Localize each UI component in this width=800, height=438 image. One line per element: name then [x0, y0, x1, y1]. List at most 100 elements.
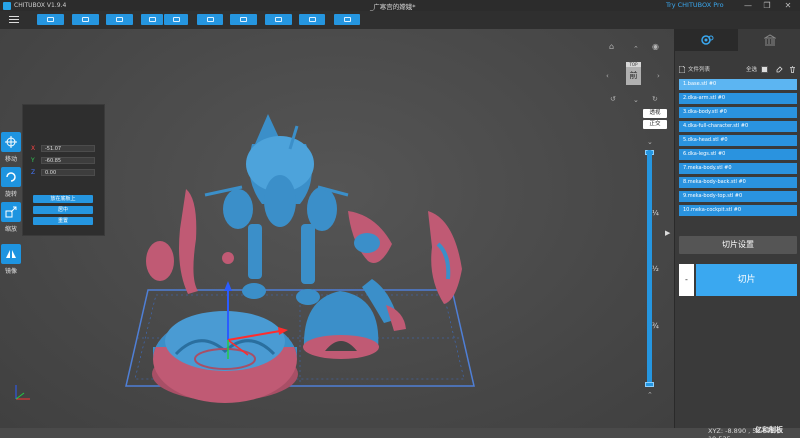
import-icon	[148, 17, 156, 22]
y-input[interactable]	[41, 157, 95, 164]
slice-button[interactable]: 切片	[696, 264, 797, 296]
orthographic-button[interactable]: 正交	[643, 120, 667, 129]
select-all-checkbox[interactable]	[761, 65, 768, 73]
file-item[interactable]: 5.dka-head.stl #0	[679, 135, 797, 146]
file-item[interactable]: 10.meka-cockpit.stl #0	[679, 205, 797, 216]
file-list: 1.base.stl #0 2.dka-arm.stl #0 3.dka-bod…	[679, 79, 797, 219]
perspective-button[interactable]: 透视	[643, 109, 667, 118]
center-button[interactable]: 居中	[33, 206, 93, 214]
rotate-tool[interactable]: 旋转	[0, 167, 22, 198]
settings-button[interactable]	[334, 14, 360, 25]
move-panel: X Y Z 放在底板上 居中 重置	[22, 104, 105, 236]
slice-option-button[interactable]: -	[679, 264, 694, 296]
z-input[interactable]	[41, 169, 95, 176]
watermark-logo: 亿和制板	[755, 426, 783, 434]
rotate-down-icon[interactable]: ⌄	[633, 96, 639, 104]
file-item[interactable]: 4.dka-full-character.stl #0	[679, 121, 797, 132]
home-view-icon[interactable]: ⌂	[609, 42, 614, 51]
dig-hole-button[interactable]	[299, 14, 325, 25]
document-title: _广寒宫的嫦娥*	[370, 3, 416, 11]
gear-icon	[700, 35, 713, 45]
menu-icon[interactable]	[9, 14, 19, 24]
file-list-header: 文件列表 全选	[679, 64, 797, 74]
rotate-up-icon[interactable]: ⌃	[633, 45, 639, 53]
file-item[interactable]: 1.base.stl #0	[679, 79, 797, 90]
mirror-tool[interactable]: 镜像	[0, 244, 22, 275]
import-button[interactable]	[141, 14, 163, 25]
x-row: X	[31, 144, 95, 153]
file-item[interactable]: 2.dka-arm.stl #0	[679, 93, 797, 104]
app-title: CHITUBOX V1.9.4	[14, 2, 67, 9]
rotate-label: 旋转	[4, 191, 17, 198]
y-row: Y	[31, 156, 95, 165]
tree-support-icon	[240, 17, 247, 22]
export-icon	[172, 17, 180, 22]
edit-icon[interactable]	[776, 65, 783, 73]
slice-settings-button[interactable]: 切片设置	[679, 236, 797, 254]
minimize-button[interactable]: —	[740, 0, 756, 11]
base-model[interactable]	[152, 311, 298, 403]
view-cube-front[interactable]: 前	[626, 67, 641, 85]
scale-tool[interactable]: 缩放	[0, 202, 22, 233]
rotate-left-icon[interactable]: ‹	[606, 72, 609, 80]
save-file-button[interactable]	[72, 14, 99, 25]
select-all-label[interactable]: 全选	[746, 65, 757, 73]
auto-layout-button[interactable]	[106, 14, 133, 25]
eye-view-icon[interactable]: ◉	[652, 42, 659, 51]
screenshot-icon	[206, 17, 214, 22]
auto-layout-icon	[116, 17, 123, 22]
x-axis-label: X	[31, 145, 36, 152]
trash-icon[interactable]	[789, 65, 796, 73]
rotate-icon[interactable]	[1, 167, 21, 187]
tree-support-button[interactable]	[230, 14, 257, 25]
app-logo-icon	[3, 1, 11, 10]
hollow-button[interactable]	[265, 14, 292, 25]
mirror-icon[interactable]	[1, 244, 21, 264]
slider-tick-three-quarter: ¾	[652, 322, 659, 330]
reset-button[interactable]: 重置	[33, 217, 93, 225]
rotate-cw-icon[interactable]: ↻	[652, 95, 658, 103]
slider-tick-quarter: ¼	[652, 209, 659, 217]
right-panel: 文件列表 全选 1.base.stl #0 2.dka-arm.stl #0 3…	[674, 29, 800, 428]
slider-bottom-chevron-icon[interactable]: ⌃	[647, 391, 653, 399]
axis-indicator	[15, 385, 30, 400]
mirror-label: 镜像	[4, 268, 17, 275]
file-item[interactable]: 3.dka-body.stl #0	[679, 107, 797, 118]
tab-settings[interactable]	[675, 29, 738, 51]
file-item[interactable]: 7.meka-body.stl #0	[679, 163, 797, 174]
z-row: Z	[31, 168, 95, 177]
file-item[interactable]: 9.meka-body-top.stl #0	[679, 191, 797, 202]
save-file-icon	[82, 17, 89, 22]
scale-label: 缩放	[4, 226, 17, 233]
close-button[interactable]: ✕	[780, 0, 796, 11]
move-tool[interactable]: 移动	[0, 132, 22, 163]
export-button[interactable]	[164, 14, 188, 25]
move-icon[interactable]	[1, 132, 21, 152]
rotate-right-icon[interactable]: ›	[657, 72, 660, 80]
museum-icon	[763, 34, 776, 46]
panel-collapse-icon[interactable]: ▶	[665, 229, 670, 237]
xyz-coordinates: XYZ: -8.890 , 58.675 , 19.535	[708, 427, 780, 438]
screenshot-button[interactable]	[197, 14, 223, 25]
y-axis-label: Y	[31, 157, 35, 164]
file-item[interactable]: 8.meka-body-back.stl #0	[679, 177, 797, 188]
file-item[interactable]: 6.dka-legs.stl #0	[679, 149, 797, 160]
try-pro-link[interactable]: Try CHITUBOX Pro	[666, 1, 724, 9]
settings-icon	[343, 17, 351, 22]
slider-tick-half: ½	[652, 265, 659, 273]
hollow-icon	[275, 17, 282, 22]
x-input[interactable]	[41, 145, 95, 152]
meka-model[interactable]	[204, 114, 349, 305]
on-plate-button[interactable]: 放在底板上	[33, 195, 93, 203]
title-bar: CHITUBOX V1.9.4 _广寒宫的嫦娥* Try CHITUBOX Pr…	[0, 0, 800, 11]
tab-library[interactable]	[738, 29, 800, 51]
dig-hole-icon	[308, 17, 316, 22]
z-axis-label: Z	[31, 169, 36, 176]
open-file-button[interactable]	[37, 14, 64, 25]
scale-icon[interactable]	[1, 202, 21, 222]
rotate-ccw-icon[interactable]: ↺	[610, 95, 616, 103]
slider-top-chevron-icon[interactable]: ⌄	[647, 138, 653, 146]
maximize-button[interactable]: ❐	[759, 0, 775, 11]
slider-bottom-handle[interactable]	[645, 382, 654, 387]
move-label: 移动	[4, 156, 17, 163]
